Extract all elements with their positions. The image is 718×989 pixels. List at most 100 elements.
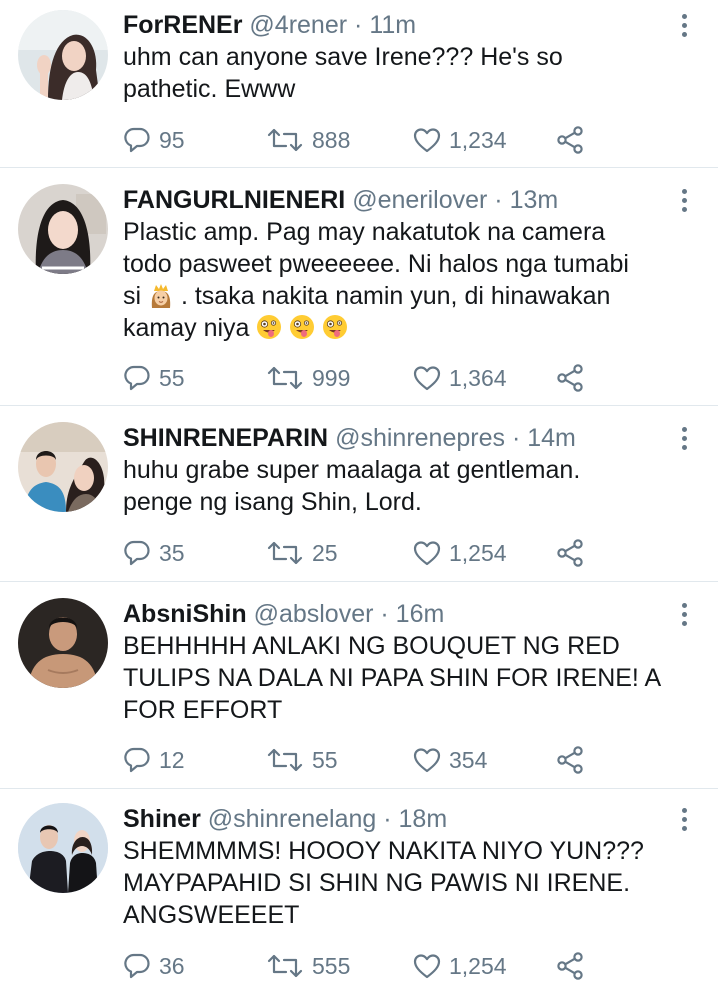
retweet-count: 555: [312, 953, 351, 979]
tweet-text-line: TULIPS NA DALA NI PAPA SHIN FOR IRENE! A: [123, 664, 662, 692]
user-handle[interactable]: @enerilover: [352, 186, 487, 214]
display-name[interactable]: Shiner: [123, 805, 201, 833]
share-button[interactable]: [555, 743, 585, 777]
avatar[interactable]: [18, 10, 108, 100]
tweet-timestamp[interactable]: 14m: [527, 424, 576, 452]
tweet-timestamp[interactable]: 13m: [510, 186, 559, 214]
reply-icon: [124, 540, 150, 566]
tweet-header: FANGURLNIENERI @enerilover · 13m: [123, 184, 658, 216]
like-button[interactable]: 354: [413, 743, 487, 777]
like-count: 1,254: [449, 953, 507, 979]
share-icon: [557, 746, 583, 774]
tweet-text: huhu grabe super maalaga at gentleman. p…: [123, 454, 693, 518]
heart-icon: [413, 128, 441, 153]
reply-button[interactable]: 55: [123, 361, 185, 395]
reply-count: 36: [159, 953, 185, 979]
more-options-icon[interactable]: [672, 425, 696, 453]
tweet-text-fragment: si: [123, 282, 142, 310]
reply-button[interactable]: 12: [123, 743, 185, 777]
tweet-text-line: todo pasweet pweeeeee. Ni halos nga tuma…: [123, 250, 629, 278]
reply-button[interactable]: 36: [123, 949, 185, 983]
like-button[interactable]: 1,364: [413, 361, 507, 395]
tweet-actions: 12 55 354: [123, 743, 593, 777]
tweet-text-line: huhu grabe super maalaga at gentleman.: [123, 456, 581, 484]
tweet-header: SHINRENEPARIN @shinrenepres · 14m: [123, 422, 658, 454]
heart-icon: [413, 748, 441, 773]
share-button[interactable]: [555, 123, 585, 157]
share-button[interactable]: [555, 949, 585, 983]
tweet-text-fragment: kamay niya: [123, 314, 250, 342]
tweet-card[interactable]: SHINRENEPARIN @shinrenepres · 14m huhu g…: [0, 406, 718, 582]
avatar[interactable]: [18, 598, 108, 688]
like-count: 354: [449, 747, 488, 773]
retweet-count: 999: [312, 365, 351, 391]
zany-face-emoji-icon: [323, 315, 348, 339]
separator-dot: ·: [354, 11, 363, 39]
tweet-text-line-with-emoji: si . tsaka nakita namin yun, di hinawaka…: [123, 280, 693, 312]
tweet-header: AbsniShin @abslover · 16m: [123, 598, 658, 630]
display-name[interactable]: ForRENEr: [123, 11, 242, 39]
retweet-button[interactable]: 25: [266, 536, 338, 570]
like-button[interactable]: 1,254: [413, 536, 507, 570]
more-options-icon[interactable]: [672, 187, 696, 215]
like-button[interactable]: 1,234: [413, 123, 507, 157]
display-name[interactable]: FANGURLNIENERI: [123, 186, 345, 214]
tweet-card[interactable]: Shiner @shinrenelang · 18m SHEMMMMS! HOO…: [0, 789, 718, 989]
tweet-actions: 55 999 1,364: [123, 361, 593, 395]
more-options-icon[interactable]: [672, 12, 696, 40]
user-handle[interactable]: @abslover: [254, 600, 374, 628]
princess-emoji-icon: [151, 284, 171, 308]
reply-button[interactable]: 95: [123, 123, 185, 157]
heart-icon: [413, 366, 441, 391]
tweet-text-line: SHEMMMMS! HOOOY NAKITA NIYO YUN???: [123, 837, 644, 865]
avatar[interactable]: [18, 422, 108, 512]
like-button[interactable]: 1,254: [413, 949, 507, 983]
reply-count: 95: [159, 127, 185, 153]
share-icon: [557, 364, 583, 392]
tweet-actions: 36 555 1,254: [123, 949, 593, 983]
more-options-icon[interactable]: [672, 601, 696, 629]
reply-icon: [124, 953, 150, 979]
tweet-text-fragment: . tsaka nakita namin yun, di hinawakan: [180, 282, 611, 310]
tweet-card[interactable]: AbsniShin @abslover · 16m BEHHHHH ANLAKI…: [0, 582, 718, 789]
tweet-text-line: pathetic. Ewww: [123, 75, 296, 103]
reply-icon: [124, 365, 150, 391]
tweet-header: ForRENEr @4rener · 11m: [123, 9, 658, 41]
tweet-timestamp[interactable]: 11m: [369, 11, 416, 39]
user-handle[interactable]: @shinrenelang: [208, 805, 377, 833]
share-button[interactable]: [555, 536, 585, 570]
share-icon: [557, 126, 583, 154]
retweet-icon: [267, 128, 303, 152]
like-count: 1,364: [449, 365, 507, 391]
tweet-text-line: penge ng isang Shin, Lord.: [123, 488, 422, 516]
tweet-card[interactable]: FANGURLNIENERI @enerilover · 13m Plastic…: [0, 168, 718, 406]
retweet-button[interactable]: 888: [266, 123, 350, 157]
like-count: 1,234: [449, 127, 507, 153]
display-name[interactable]: SHINRENEPARIN: [123, 424, 328, 452]
retweet-count: 888: [312, 127, 351, 153]
user-handle[interactable]: @4rener: [249, 11, 347, 39]
reply-count: 55: [159, 365, 185, 391]
more-options-icon[interactable]: [672, 806, 696, 834]
tweet-text: uhm can anyone save Irene??? He's so pat…: [123, 41, 693, 105]
retweet-button[interactable]: 55: [266, 743, 338, 777]
retweet-button[interactable]: 555: [266, 949, 350, 983]
reply-button[interactable]: 35: [123, 536, 185, 570]
tweet-timestamp[interactable]: 18m: [399, 805, 448, 833]
display-name[interactable]: AbsniShin: [123, 600, 247, 628]
retweet-icon: [267, 748, 303, 772]
avatar[interactable]: [18, 803, 108, 893]
user-handle[interactable]: @shinrenepres: [335, 424, 505, 452]
separator-dot: ·: [383, 805, 392, 833]
retweet-count: 25: [312, 540, 338, 566]
tweet-text-line: ANGSWEEEET: [123, 901, 300, 929]
tweet-header: Shiner @shinrenelang · 18m: [123, 803, 658, 835]
share-icon: [557, 539, 583, 567]
zany-face-emoji-icon: [257, 315, 282, 339]
share-button[interactable]: [555, 361, 585, 395]
retweet-button[interactable]: 999: [266, 361, 350, 395]
tweet-timestamp[interactable]: 16m: [396, 600, 445, 628]
tweet-card[interactable]: ForRENEr @4rener · 11m uhm can anyone sa…: [0, 0, 718, 168]
avatar[interactable]: [18, 184, 108, 274]
tweet-text-line: FOR EFFORT: [123, 696, 283, 724]
